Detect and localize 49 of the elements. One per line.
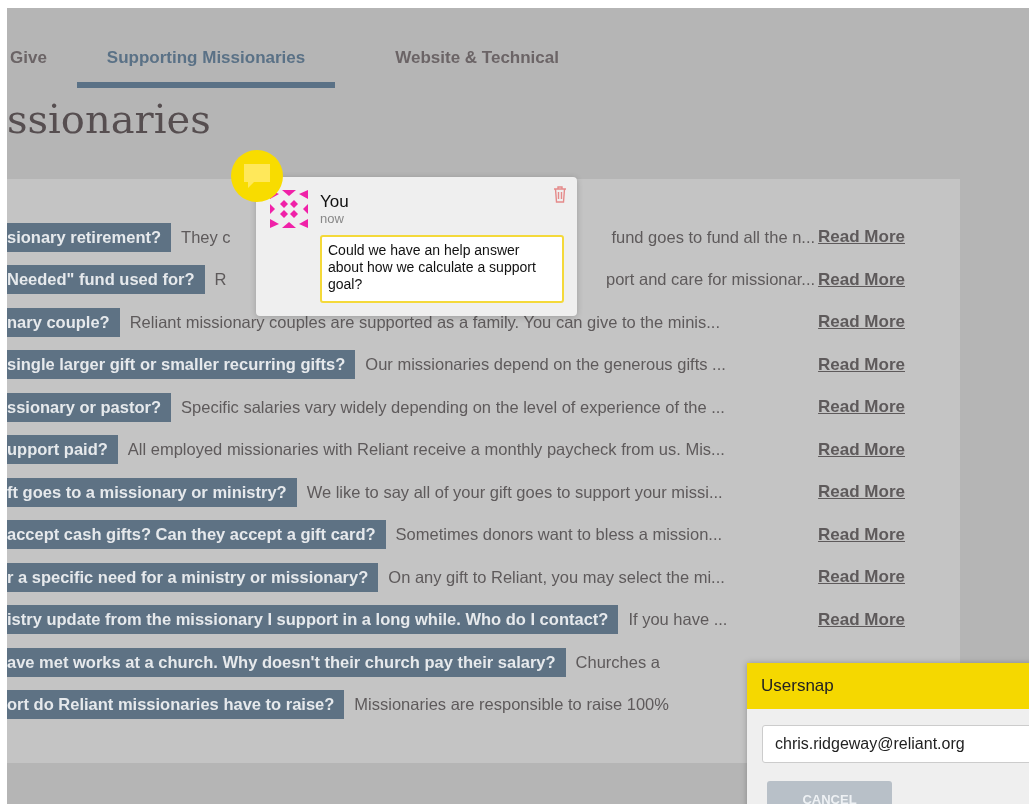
read-more-link[interactable]: Read More: [818, 269, 905, 290]
faq-question: upport paid?: [7, 435, 118, 465]
faq-answer: They c: [181, 227, 231, 247]
faq-question: nary couple?: [7, 307, 120, 337]
faq-question: single larger gift or smaller recurring gifts?: [7, 350, 356, 380]
usersnap-title: Usersnap: [747, 663, 1029, 709]
faq-question: ssionary or pastor?: [7, 392, 172, 422]
read-more-link[interactable]: Read More: [818, 354, 905, 375]
faq-question: istry update from the missionary I support in a long while. Who do I contact?: [7, 605, 619, 635]
faq-answer: If you have ...: [628, 610, 728, 630]
read-more-link[interactable]: Read More: [818, 524, 905, 545]
faq-question: ave met works at a church. Why doesn't their church pay their salary?: [7, 647, 566, 677]
avatar-pattern-icon: [270, 190, 308, 228]
faq-answer: On any gift to Reliant, you may select the mi...: [388, 567, 725, 587]
faq-question: r a specific need for a ministry or missionary?: [7, 562, 379, 592]
faq-answer: Reliant missionary couples are supported as a family. You can give to the minis...: [129, 312, 721, 332]
faq-question: ft goes to a missionary or ministry?: [7, 477, 297, 507]
faq-question: ort do Reliant missionaries have to raise?: [7, 690, 345, 720]
speech-bubble-icon: [242, 162, 272, 190]
faq-answer: All employed missionaries with Reliant receive a monthly paycheck from us. Mis...: [127, 440, 725, 460]
faq-question: Needed" fund used for?: [7, 265, 205, 295]
comment-time: now: [320, 211, 344, 226]
read-more-link[interactable]: Read More: [818, 609, 905, 630]
faq-answer: R: [214, 270, 227, 290]
faq-answer: Sometimes donors want to bless a mission...: [395, 525, 723, 545]
nav-tab[interactable]: Supporting Missionaries: [76, 44, 336, 88]
faq-question: accept cash gifts? Can they accept a gift card?: [7, 520, 386, 550]
faq-answer: Our missionaries depend on the generous gifts ...: [365, 355, 726, 375]
faq-answer: We like to say all of your gift goes to support your missi...: [306, 482, 723, 502]
page-heading: ssionaries: [7, 96, 211, 142]
comment-input[interactable]: Could we have an help answer about how we calculate a support goal?: [320, 235, 564, 303]
comment-author: You: [320, 192, 349, 212]
read-more-link[interactable]: Read More: [818, 312, 905, 333]
faq-answer: port and care for missionar...: [605, 270, 816, 290]
faq-answer: Churches a: [575, 652, 660, 672]
nav-tab[interactable]: Give: [10, 44, 47, 88]
read-more-link[interactable]: Read More: [818, 439, 905, 460]
read-more-link[interactable]: Read More: [818, 482, 905, 503]
trash-icon[interactable]: [553, 186, 567, 203]
faq-question: sionary retirement?: [7, 222, 172, 252]
read-more-link[interactable]: Read More: [818, 397, 905, 418]
faq-answer: Specific salaries vary widely depending on the level of experience of the ...: [181, 397, 725, 417]
email-field[interactable]: chris.ridgeway@reliant.org: [762, 725, 1029, 763]
read-more-link[interactable]: Read More: [818, 567, 905, 588]
read-more-link[interactable]: Read More: [818, 227, 905, 248]
comment-pin[interactable]: [231, 150, 283, 202]
nav-tab[interactable]: Website & Technical: [365, 44, 589, 88]
faq-answer: fund goes to fund all the n...: [611, 227, 816, 247]
faq-answer: Missionaries are responsible to raise 100%: [354, 695, 669, 715]
